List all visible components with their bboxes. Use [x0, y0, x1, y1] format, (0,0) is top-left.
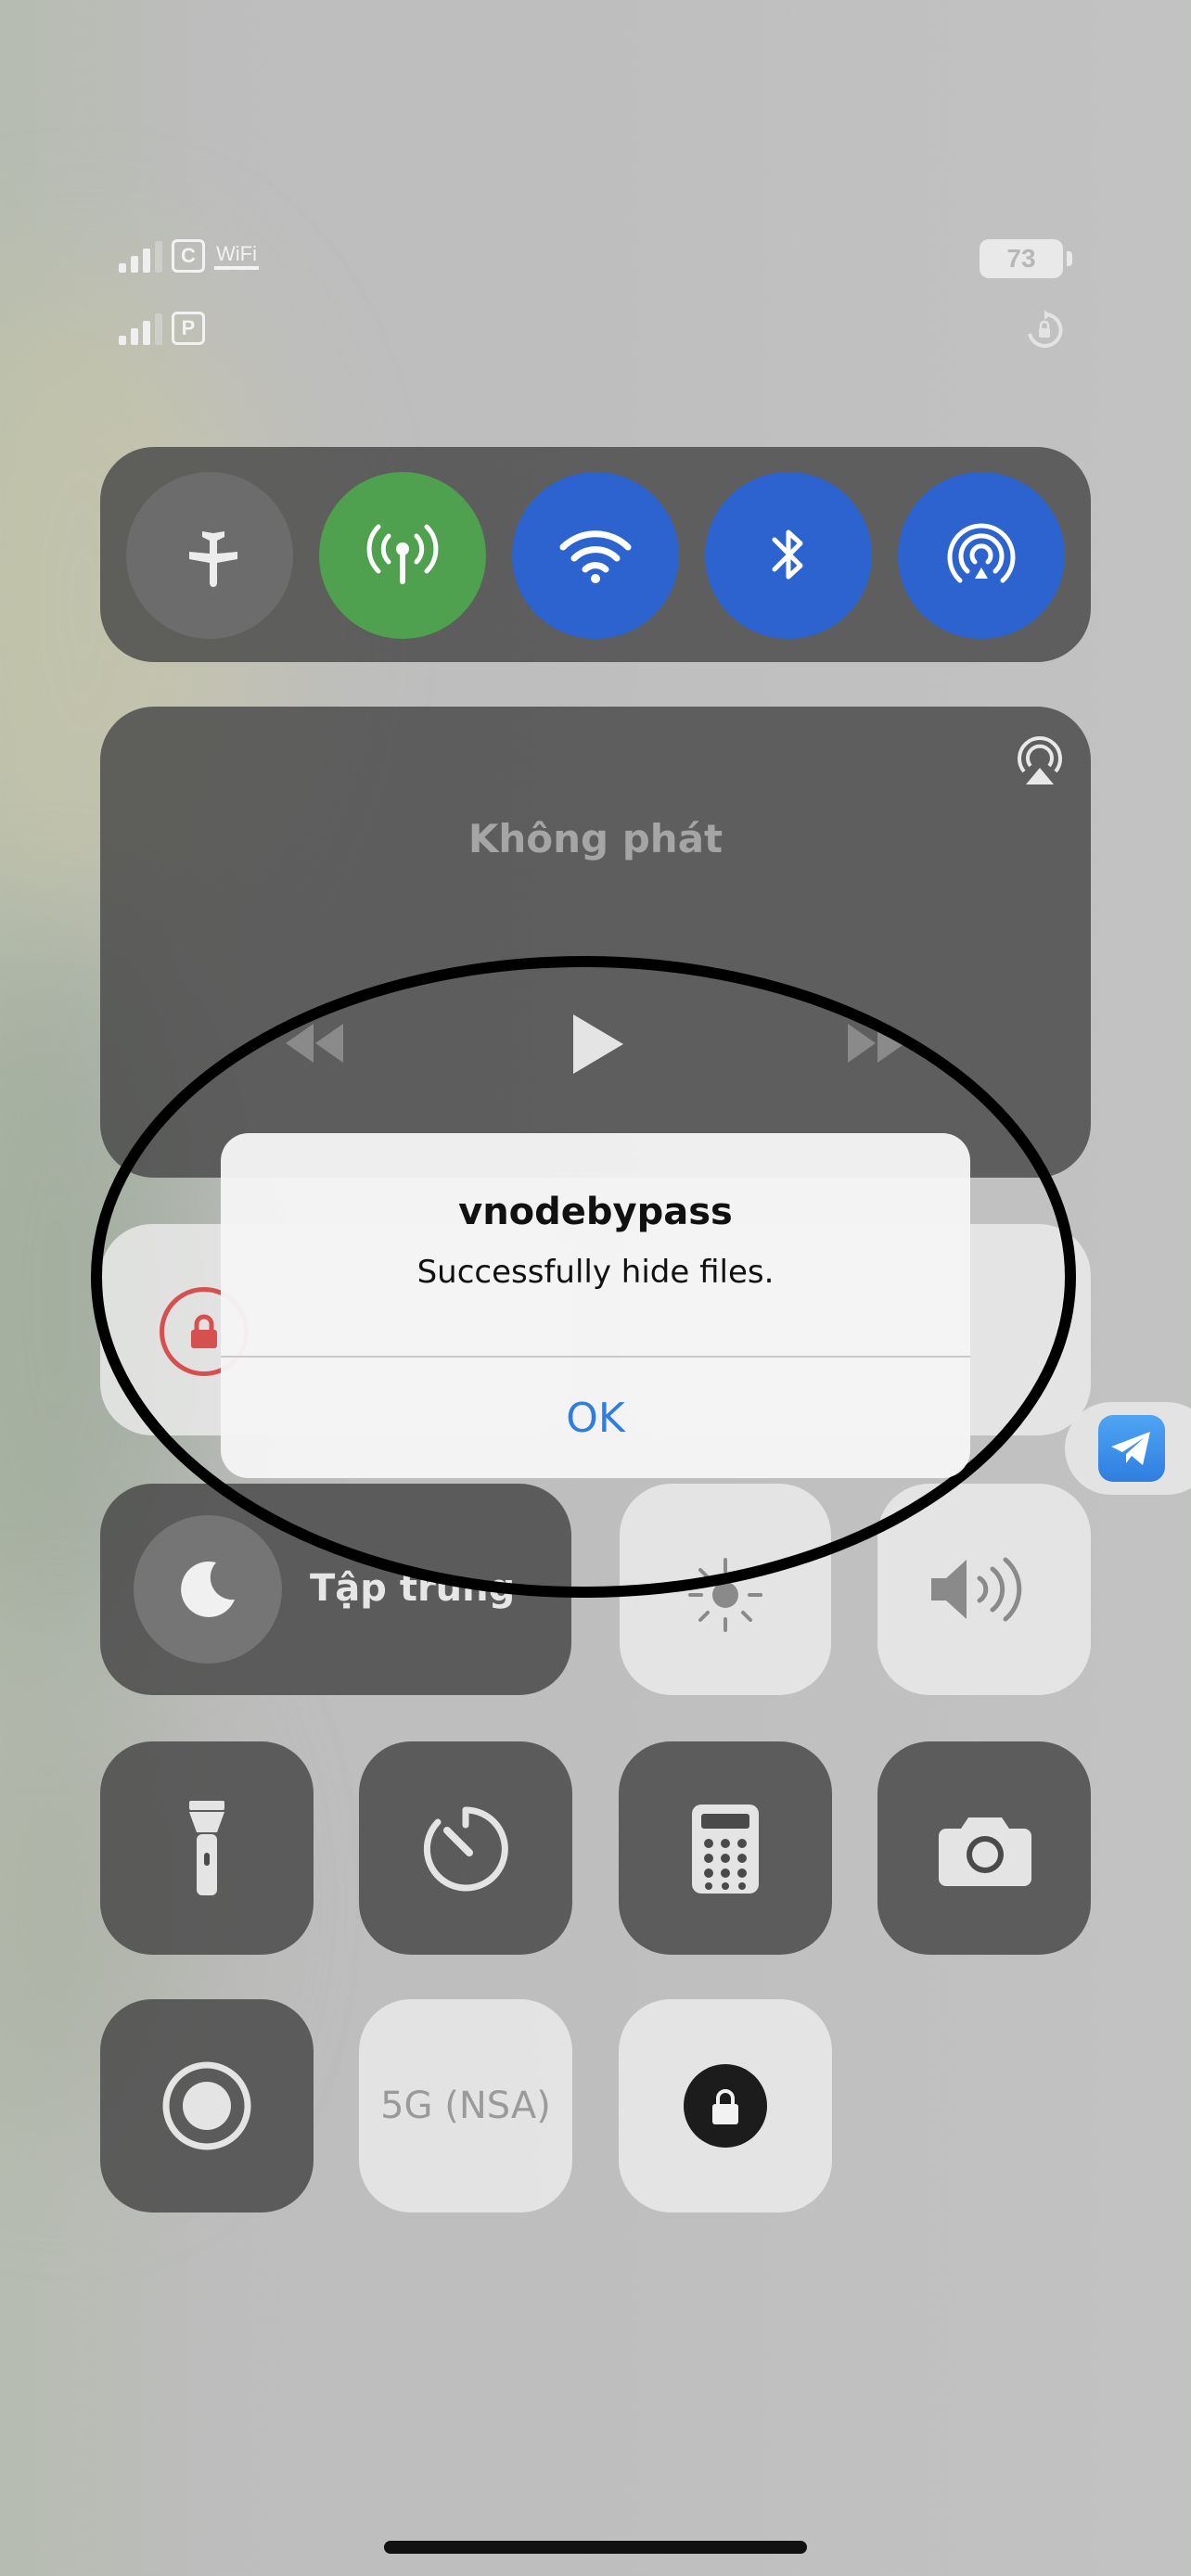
record-icon	[162, 2061, 251, 2150]
telegram-icon[interactable]	[1098, 1415, 1165, 1482]
sim2-label: P	[172, 312, 205, 345]
sim1-label: C	[172, 239, 205, 273]
bluetooth-button[interactable]	[705, 472, 872, 639]
lock-icon	[684, 2064, 767, 2148]
status-row-sim2: P	[119, 312, 205, 345]
wifi-button[interactable]	[512, 472, 679, 639]
flashlight-icon	[189, 1801, 224, 1895]
airplane-icon	[189, 531, 237, 587]
cellular-data-button[interactable]	[319, 472, 486, 639]
orientation-lock-icon	[1028, 310, 1063, 348]
timer-icon	[423, 1806, 508, 1892]
battery-indicator: 73	[980, 239, 1072, 278]
ok-button[interactable]: OK	[221, 1358, 970, 1478]
calculator-icon	[692, 1804, 759, 1894]
airdrop-icon	[947, 523, 1016, 583]
home-indicator[interactable]	[384, 2541, 807, 2554]
camera-icon	[939, 1817, 1031, 1886]
wifi-icon	[559, 530, 632, 583]
now-playing-title: Không phát	[467, 816, 724, 861]
alert-message: Successfully hide files.	[416, 1254, 775, 1291]
airplay-icon[interactable]	[1011, 729, 1069, 786]
alert-dialog: vnodebypass Successfully hide files. OK	[221, 1133, 970, 1478]
signal-strength-icon	[119, 312, 162, 345]
status-row-sim1: C WiFi	[119, 239, 259, 273]
alert-title: vnodebypass	[458, 1191, 733, 1233]
network-mode-button[interactable]: 5G (NSA)	[359, 1999, 572, 2213]
airdrop-button[interactable]	[898, 472, 1065, 639]
airplane-mode-button[interactable]	[126, 472, 293, 639]
bluetooth-icon	[772, 529, 803, 580]
wifi-calling-label: WiFi	[214, 242, 259, 270]
signal-strength-icon	[119, 239, 162, 273]
cellular-antenna-icon	[366, 524, 439, 584]
